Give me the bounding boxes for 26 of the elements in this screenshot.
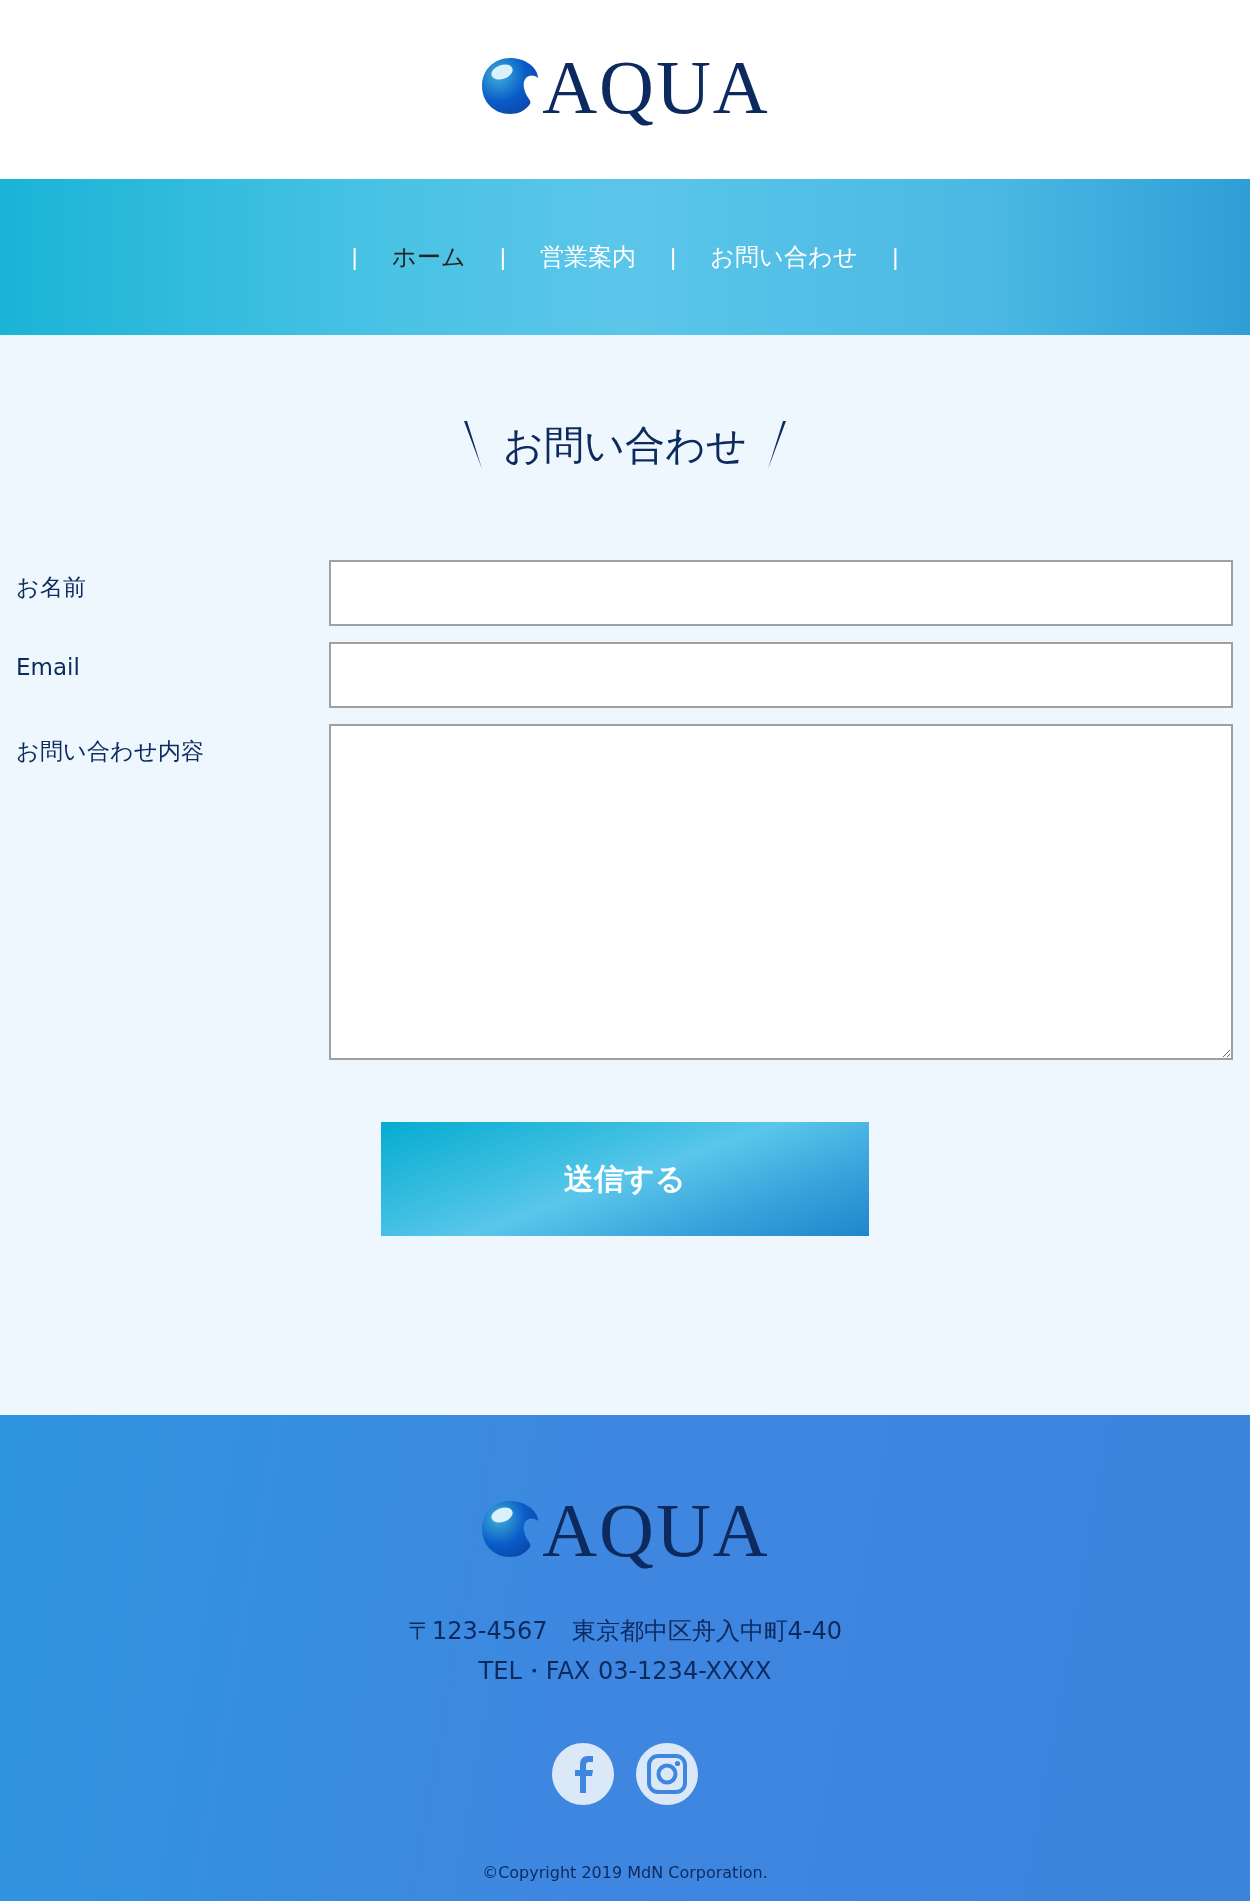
nav-separator: | (499, 243, 506, 271)
input-field[interactable] (329, 642, 1233, 708)
nav-link[interactable]: ホーム (387, 241, 470, 273)
slash-icon (767, 420, 787, 470)
water-drop-icon (480, 55, 541, 116)
input-field[interactable] (329, 560, 1233, 626)
facebook-icon[interactable] (552, 1743, 614, 1805)
copyright-text: ©Copyright 2019 MdN Corporation. (482, 1863, 768, 1882)
logo-text: AQUA (542, 1493, 770, 1567)
logo-text: AQUA (542, 49, 770, 124)
field-label: お問い合わせ内容 (16, 737, 205, 766)
page-title: お問い合わせ (503, 420, 747, 470)
phone-text: TEL・FAX 03-1234-XXXX (478, 1656, 772, 1687)
instagram-icon[interactable] (636, 1743, 698, 1805)
submit-button[interactable]: 送信する (381, 1122, 869, 1236)
message-field[interactable] (329, 724, 1233, 1060)
water-drop-icon (480, 1499, 541, 1559)
nav-link[interactable]: お問い合わせ (706, 241, 863, 273)
field-label: お名前 (16, 573, 87, 602)
nav-separator: | (892, 243, 899, 271)
field-label: Email (16, 653, 81, 680)
nav-separator: | (351, 243, 358, 271)
address-text: 〒123-4567 東京都中区舟入中町4-40 (408, 1616, 842, 1647)
nav-separator: | (670, 243, 677, 271)
nav-link[interactable]: 営業案内 (536, 241, 640, 273)
slash-icon (463, 420, 483, 470)
